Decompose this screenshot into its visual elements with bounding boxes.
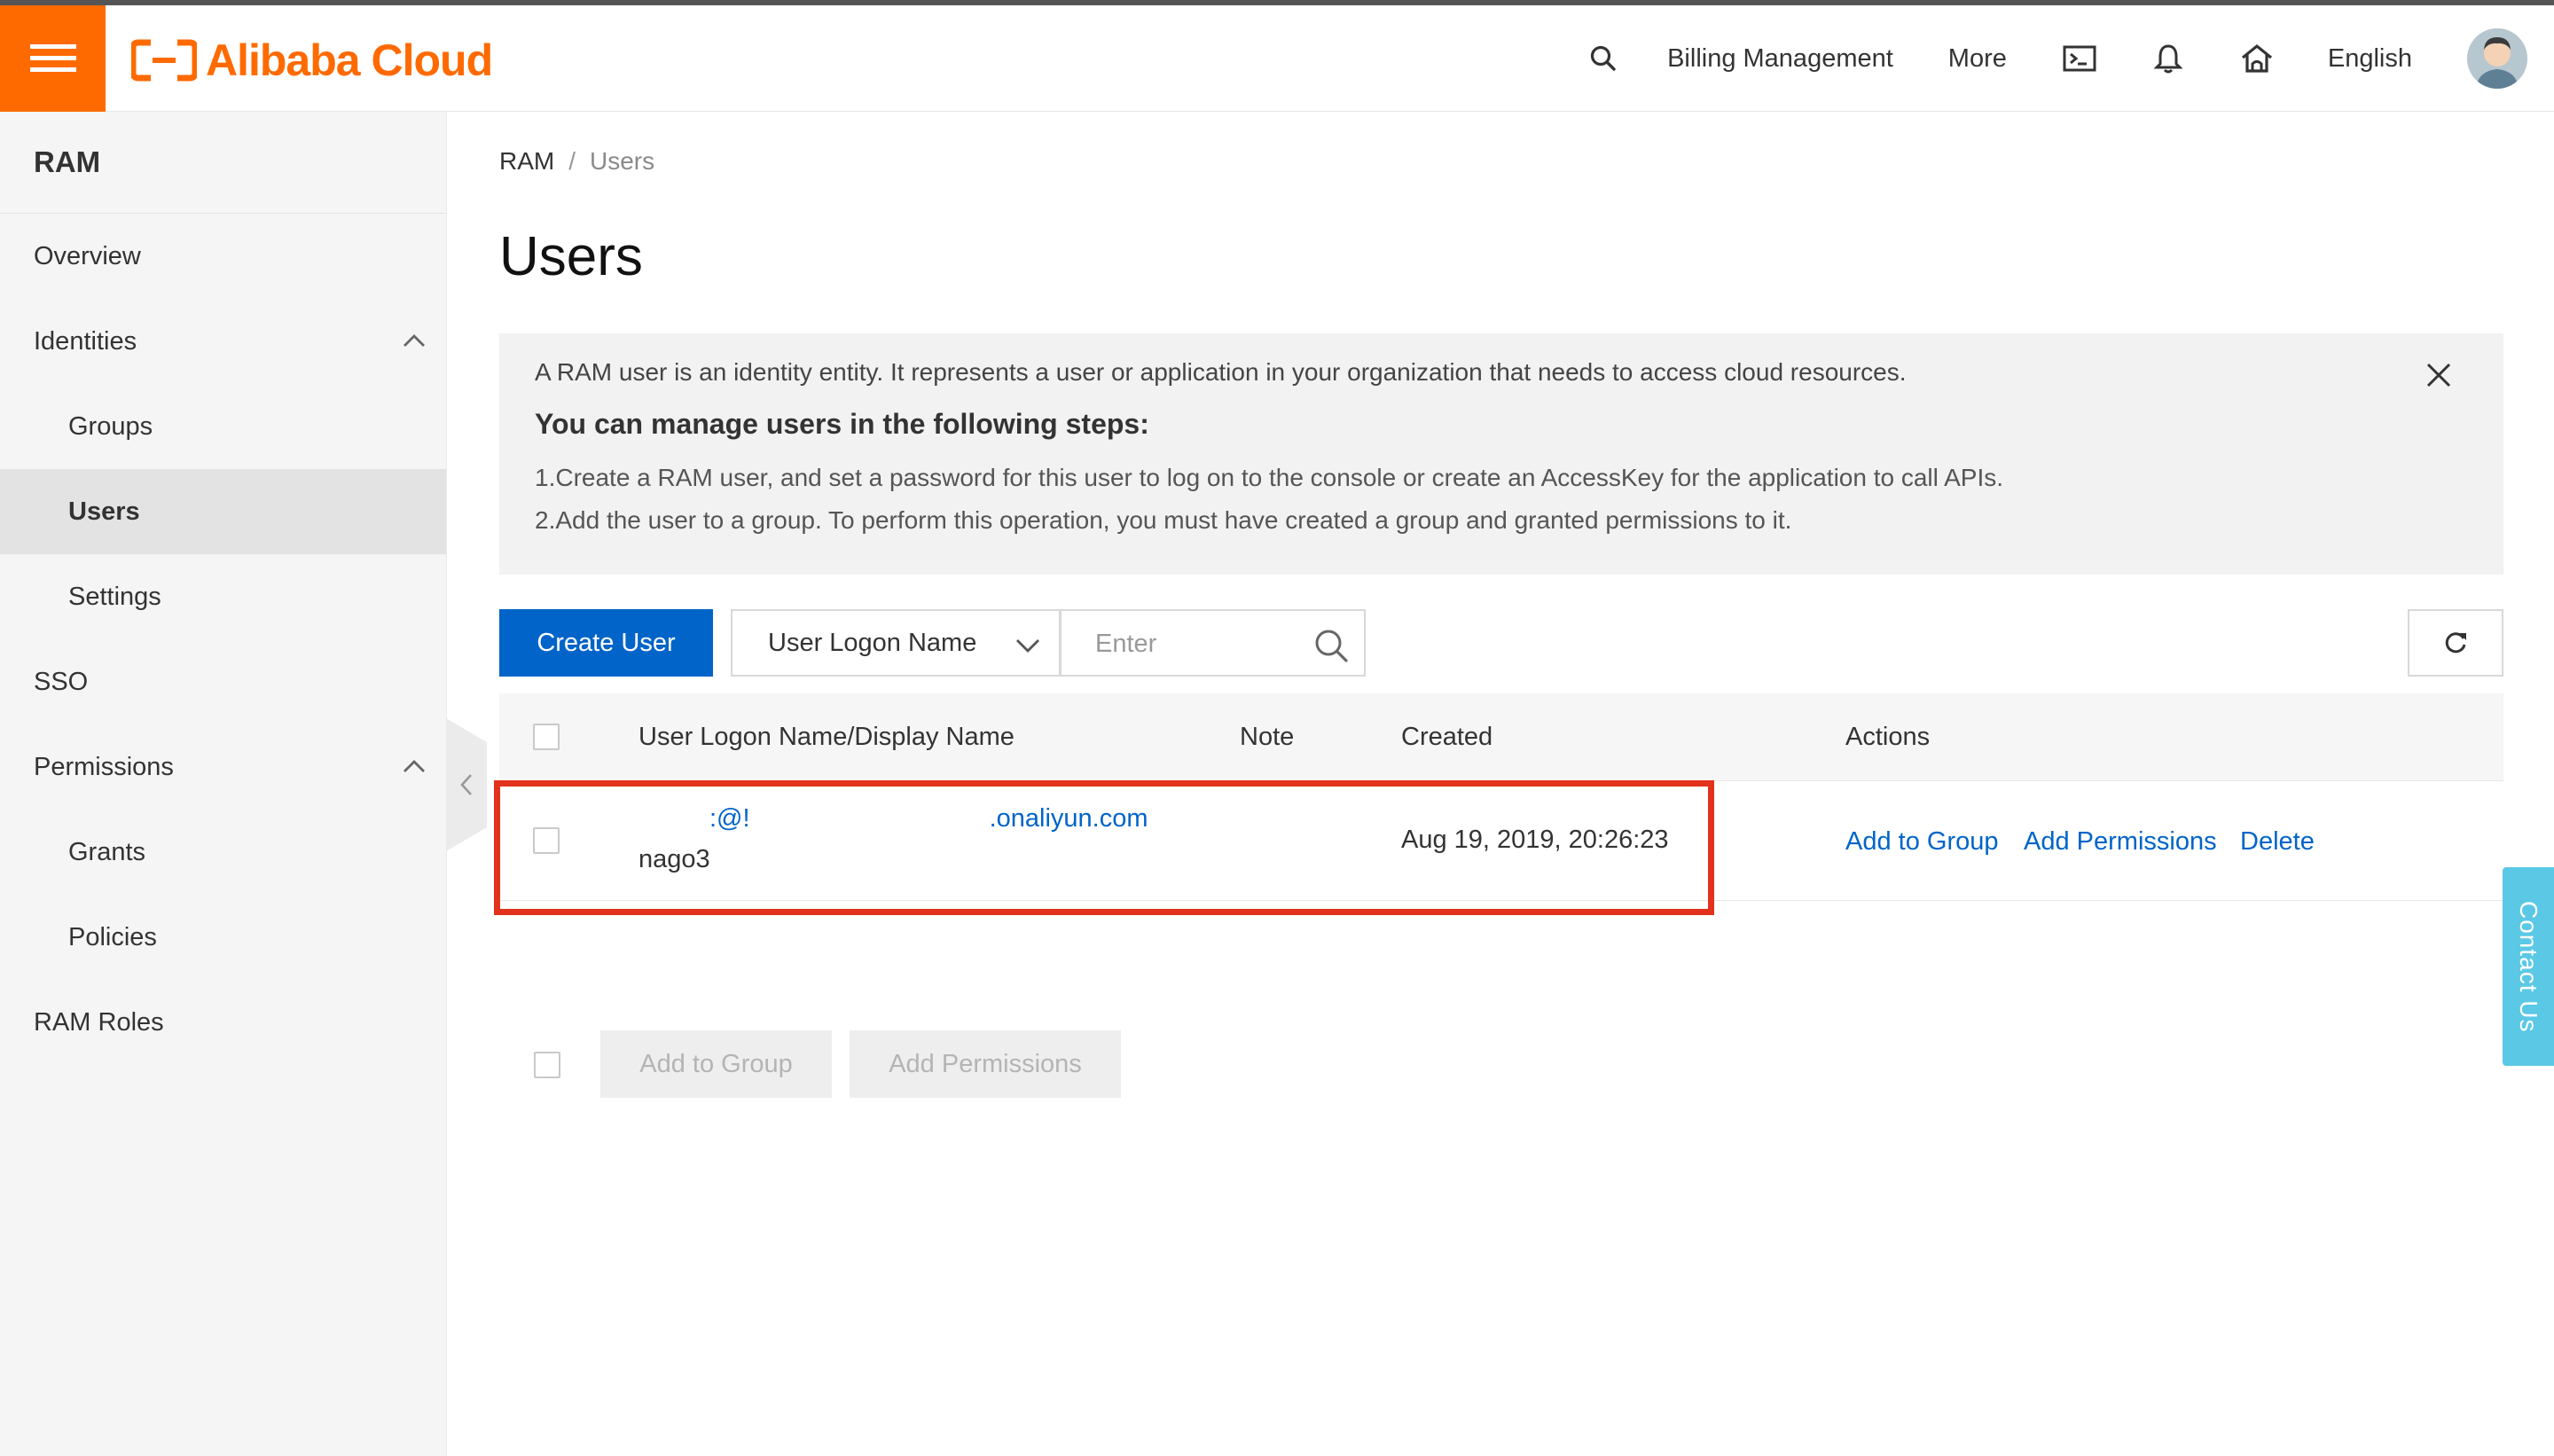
sidebar-item-label: Permissions <box>34 753 174 781</box>
row-checkbox[interactable] <box>533 827 560 854</box>
column-header-actions: Actions <box>1845 723 1931 751</box>
menu-icon <box>29 44 76 72</box>
select-all-checkbox[interactable] <box>533 724 560 750</box>
user-created-time: Aug 19, 2019, 20:26:23 <box>1401 826 1669 854</box>
sidebar-item-sso[interactable]: SSO <box>0 639 446 724</box>
sidebar-item-groups[interactable]: Groups <box>0 384 446 469</box>
sidebar-item-label: Users <box>68 497 140 526</box>
more-menu[interactable]: More <box>1948 44 2007 74</box>
sidebar-item-permissions[interactable]: Permissions <box>0 724 446 810</box>
sidebar-item-label: RAM Roles <box>34 1008 164 1037</box>
create-user-button[interactable]: Create User <box>499 609 713 677</box>
batch-add-permissions-button[interactable]: Add Permissions <box>850 1030 1121 1098</box>
logon-name-prefix: :@! <box>709 804 750 833</box>
user-logon-name-link[interactable]: :@! .onaliyun.com <box>638 804 1148 834</box>
top-navigation-bar: Alibaba Cloud Billing Management More En… <box>0 0 2554 112</box>
alibaba-cloud-logo[interactable]: Alibaba Cloud <box>131 35 493 85</box>
logon-name-suffix: .onaliyun.com <box>989 804 1148 833</box>
sidebar-item-grants[interactable]: Grants <box>0 810 446 895</box>
search-filter-select[interactable]: User Logon Name <box>731 609 1061 677</box>
notifications-button[interactable] <box>2151 41 2186 76</box>
chevron-up-icon <box>403 760 425 772</box>
add-to-group-link[interactable]: Add to Group <box>1845 827 1999 857</box>
breadcrumb-current: Users <box>590 147 655 175</box>
bell-icon <box>2153 44 2182 74</box>
search-icon <box>1590 45 1616 71</box>
close-icon[interactable] <box>2424 360 2454 390</box>
sidebar-item-label: Identities <box>34 327 137 356</box>
toolbar: Create User User Logon Name <box>499 609 2503 677</box>
column-header-note: Note <box>1240 723 1295 751</box>
sidebar: RAM Overview Identities Groups Users Set… <box>0 112 447 1456</box>
page-title: Users <box>499 226 643 287</box>
top-nav-right: Billing Management More English <box>1586 5 2554 112</box>
sidebar-title: RAM <box>0 112 446 214</box>
contact-us-label: Contact Us <box>2515 900 2542 1033</box>
batch-select-checkbox[interactable] <box>534 1052 560 1078</box>
sidebar-item-policies[interactable]: Policies <box>0 895 446 980</box>
users-table: User Logon Name/Display Name Note Create… <box>499 693 2503 901</box>
avatar-icon <box>2467 28 2527 89</box>
sidebar-item-users[interactable]: Users <box>0 469 446 554</box>
chevron-left-icon <box>460 774 472 795</box>
refresh-button[interactable] <box>2408 609 2503 677</box>
sidebar-item-label: Groups <box>68 412 153 441</box>
info-step-2: 2.Add the user to a group. To perform th… <box>535 506 1792 534</box>
terminal-button[interactable] <box>2062 41 2097 76</box>
sidebar-item-overview[interactable]: Overview <box>0 214 446 299</box>
batch-add-to-group-button[interactable]: Add to Group <box>600 1030 832 1098</box>
sidebar-item-ram-roles[interactable]: RAM Roles <box>0 980 446 1065</box>
user-display-name: nago3 <box>638 845 710 873</box>
sidebar-item-identities[interactable]: Identities <box>0 299 446 384</box>
user-avatar[interactable] <box>2467 28 2527 89</box>
delete-link[interactable]: Delete <box>2240 827 2315 857</box>
sidebar-item-settings[interactable]: Settings <box>0 554 446 639</box>
breadcrumb-separator: / <box>568 147 576 175</box>
info-description: A RAM user is an identity entity. It rep… <box>535 358 1907 386</box>
menu-button[interactable] <box>0 5 106 112</box>
table-header: User Logon Name/Display Name Note Create… <box>499 693 2503 781</box>
chevron-down-icon <box>1016 639 1039 653</box>
column-header-logon-name: User Logon Name/Display Name <box>638 723 1015 751</box>
breadcrumb: RAM / Users <box>499 147 654 176</box>
home-icon <box>2241 43 2272 73</box>
column-header-created: Created <box>1401 723 1493 751</box>
sidebar-item-label: Grants <box>68 838 146 866</box>
billing-management-link[interactable]: Billing Management <box>1667 44 1893 74</box>
search-icon[interactable] <box>1312 627 1350 664</box>
search-input[interactable] <box>1062 611 1328 677</box>
breadcrumb-root[interactable]: RAM <box>499 147 554 175</box>
alibaba-logo-icon <box>131 39 197 82</box>
search-field <box>1060 609 1366 677</box>
sidebar-item-label: Settings <box>68 583 161 611</box>
add-permissions-link[interactable]: Add Permissions <box>2024 827 2217 857</box>
sidebar-item-label: Policies <box>68 923 157 951</box>
refresh-icon <box>2445 632 2466 654</box>
search-button[interactable] <box>1586 41 1621 76</box>
table-row: :@! .onaliyun.com nago3 Aug 19, 2019, 20:… <box>499 781 2503 901</box>
info-step-1: 1.Create a RAM user, and set a password … <box>535 464 2004 491</box>
logo-text: Alibaba Cloud <box>206 35 493 85</box>
sidebar-item-label: SSO <box>34 668 89 696</box>
chevron-up-icon <box>403 334 425 347</box>
language-selector[interactable]: English <box>2328 44 2412 74</box>
contact-us-tab[interactable]: Contact Us <box>2503 867 2554 1066</box>
info-notice: A RAM user is an identity entity. It rep… <box>499 333 2503 575</box>
terminal-icon <box>2063 45 2096 72</box>
sidebar-item-label: Overview <box>34 242 141 270</box>
home-button[interactable] <box>2239 41 2275 76</box>
info-heading: You can manage users in the following st… <box>535 408 1149 440</box>
sidebar-collapse-toggle[interactable] <box>446 718 487 851</box>
search-filter-value: User Logon Name <box>768 628 977 657</box>
